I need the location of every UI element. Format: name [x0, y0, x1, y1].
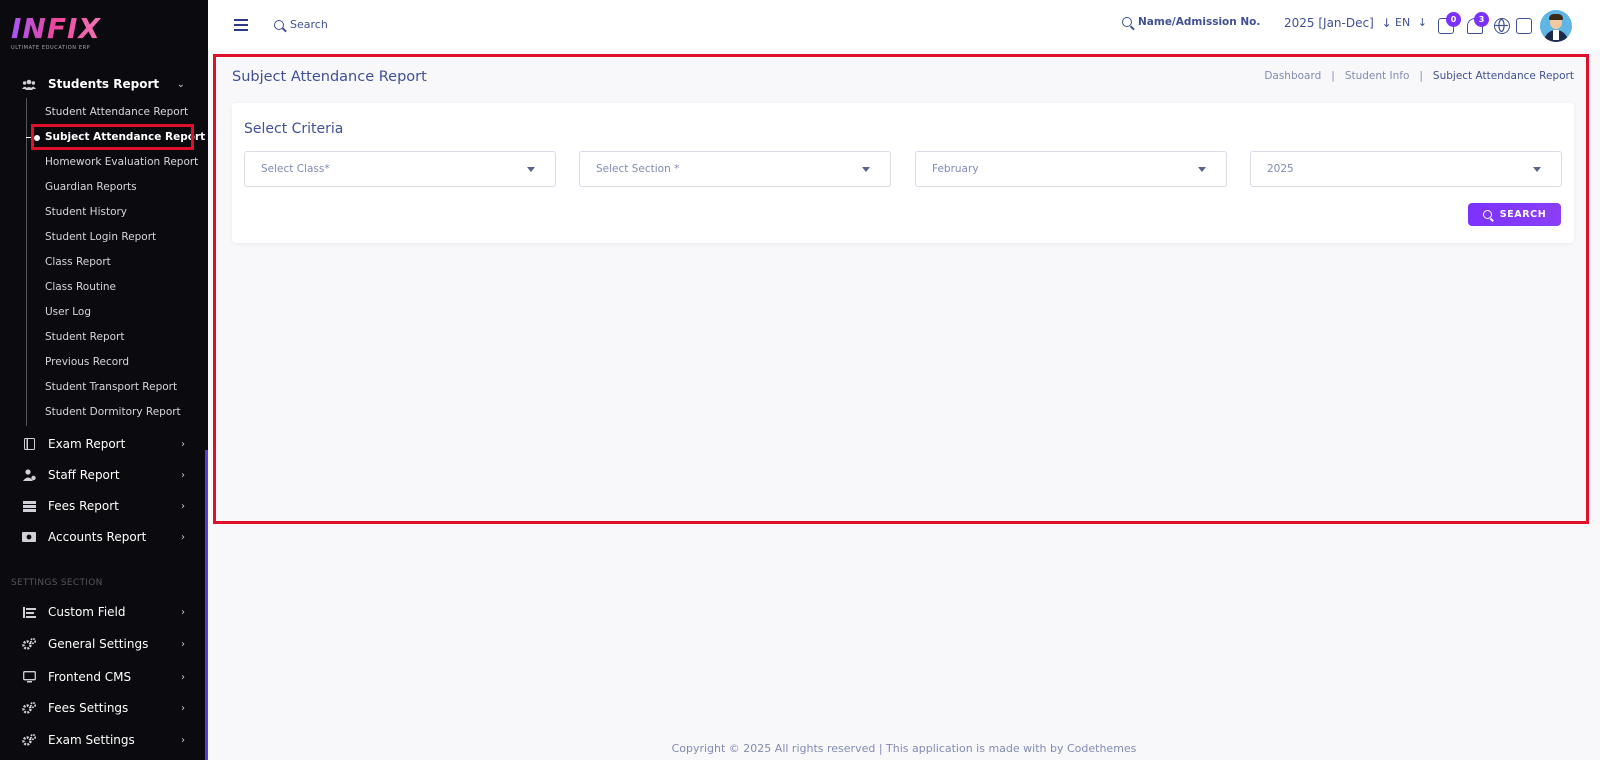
student-search-label: Name/Admission No. — [1138, 16, 1261, 28]
monitor-icon — [22, 671, 36, 683]
sidebar-subitem-student-transport-report[interactable]: Student Transport Report — [45, 381, 177, 393]
chevron-right-icon: › — [181, 638, 185, 650]
sidebar-subitem-previous-record[interactable]: Previous Record — [45, 356, 129, 368]
sidebar-item-fees-settings[interactable]: Fees Settings › — [0, 693, 205, 723]
sidebar-item-fees-report[interactable]: Fees Report › — [0, 491, 205, 521]
chevron-right-icon: › — [181, 438, 185, 450]
sidebar-subitem-student-dormitory-report[interactable]: Student Dormitory Report — [45, 406, 181, 418]
sidebar-item-exam-report[interactable]: Exam Report › — [0, 429, 205, 459]
chevron-right-icon: › — [181, 671, 185, 683]
arrow-down-icon: ↓ — [1417, 16, 1427, 29]
sidebar-subitem-guardian-reports[interactable]: Guardian Reports — [45, 181, 137, 193]
search-icon — [1122, 17, 1132, 27]
sidebar-item-label: Frontend CMS — [48, 670, 132, 684]
search-icon — [274, 19, 284, 30]
users-icon — [22, 78, 36, 90]
sidebar-item-staff-report[interactable]: Staff Report › — [0, 460, 205, 490]
content-highlight-box — [213, 54, 1589, 524]
messages-badge: 0 — [1446, 12, 1461, 27]
sidebar: INFIX ULTIMATE EDUCATION ERP Students Re… — [0, 0, 208, 760]
notifications-badge: 3 — [1474, 12, 1489, 27]
chevron-right-icon: › — [181, 469, 185, 481]
sidebar-item-label: Students Report — [48, 77, 160, 91]
gears-icon — [22, 638, 36, 650]
session-label: 2025 [Jan-Dec] — [1284, 16, 1374, 30]
list-icon — [22, 500, 36, 512]
arrow-down-icon: ↓ — [1381, 16, 1392, 30]
student-search[interactable]: Name/Admission No. — [1122, 16, 1260, 28]
analytics-icon[interactable] — [1516, 18, 1532, 34]
avatar[interactable] — [1540, 10, 1572, 42]
sidebar-item-label: Staff Report — [48, 468, 120, 482]
sidebar-subitem-student-login-report[interactable]: Student Login Report — [45, 231, 156, 243]
chevron-right-icon: › — [181, 531, 185, 543]
language-label: EN — [1395, 16, 1411, 29]
global-search[interactable]: Search — [274, 18, 328, 31]
sidebar-subitem-class-report[interactable]: Class Report — [45, 256, 111, 268]
gears-icon — [22, 734, 36, 746]
fields-icon — [22, 606, 36, 618]
sidebar-item-frontend-cms[interactable]: Frontend CMS › — [0, 662, 205, 692]
session-select[interactable]: 2025 [Jan-Dec] ↓ — [1284, 16, 1392, 30]
sidebar-item-label: Exam Report — [48, 437, 126, 451]
sidebar-item-general-settings[interactable]: General Settings › — [0, 629, 205, 659]
brand-name: INFIX — [11, 12, 101, 45]
chevron-right-icon: › — [181, 734, 185, 746]
sidebar-item-label: Fees Settings — [48, 701, 129, 715]
sidebar-subitem-student-attendance-report[interactable]: Student Attendance Report — [45, 106, 188, 118]
chevron-down-icon: ⌄ — [176, 78, 185, 90]
sidebar-item-custom-field[interactable]: Custom Field › — [0, 597, 205, 627]
brand-logo[interactable]: INFIX ULTIMATE EDUCATION ERP — [11, 12, 101, 52]
menu-toggle-icon[interactable] — [234, 19, 248, 31]
sidebar-item-label: General Settings — [48, 637, 149, 651]
topbar: Search Name/Admission No. 2025 [Jan-Dec]… — [208, 0, 1600, 50]
sidebar-item-accounts-report[interactable]: Accounts Report › — [0, 522, 205, 552]
user-tie-icon — [22, 469, 36, 481]
sidebar-highlight-box — [31, 124, 194, 150]
sidebar-item-label: Accounts Report — [48, 530, 147, 544]
chevron-right-icon: › — [181, 606, 185, 618]
footer-copyright: Copyright © 2025 All rights reserved | T… — [671, 742, 1137, 755]
sidebar-item-exam-settings[interactable]: Exam Settings › — [0, 725, 205, 755]
book-icon — [22, 438, 36, 450]
sidebar-subitem-user-log[interactable]: User Log — [45, 306, 91, 318]
sidebar-subitem-student-report[interactable]: Student Report — [45, 331, 124, 343]
sidebar-item-students-report[interactable]: Students Report ⌄ — [0, 69, 205, 99]
sidebar-item-label: Exam Settings — [48, 733, 135, 747]
settings-section-label: SETTINGS SECTION — [11, 578, 103, 588]
sidebar-subitem-student-history[interactable]: Student History — [45, 206, 127, 218]
sidebar-subitem-homework-evaluation-report[interactable]: Homework Evaluation Report — [45, 156, 198, 168]
sidebar-item-label: Custom Field — [48, 605, 126, 619]
gears-icon — [22, 702, 36, 714]
submenu-line — [26, 98, 27, 426]
chevron-right-icon: › — [181, 702, 185, 714]
chevron-right-icon: › — [181, 500, 185, 512]
sidebar-scrollbar[interactable] — [205, 450, 208, 760]
money-icon — [22, 531, 36, 543]
language-select[interactable]: EN ↓ — [1395, 16, 1427, 29]
brand-tagline: ULTIMATE EDUCATION ERP — [11, 45, 91, 51]
search-label: Search — [290, 18, 328, 31]
sidebar-item-label: Fees Report — [48, 499, 119, 513]
globe-icon[interactable] — [1494, 18, 1510, 34]
sidebar-subitem-class-routine[interactable]: Class Routine — [45, 281, 116, 293]
